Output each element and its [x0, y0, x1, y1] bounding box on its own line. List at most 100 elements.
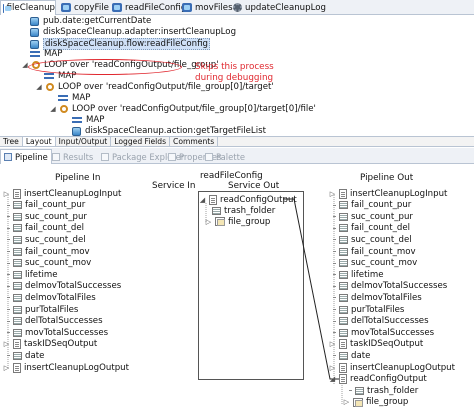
adapter-service-icon — [233, 3, 242, 12]
out-var-trash-folder[interactable]: trash_folder — [349, 385, 418, 396]
string-icon — [13, 212, 22, 221]
flow-step-map[interactable]: MAP — [58, 93, 90, 103]
var-label: trash_folder — [367, 385, 419, 396]
in-var-suc-count-mov[interactable]: suc_count_mov — [7, 258, 91, 269]
out-var-fail-count-mov[interactable]: fail_count_mov — [333, 246, 416, 257]
in-var-insertcleanuploginput[interactable]: ▷ insertCleanupLogInput — [3, 188, 121, 199]
tab-tree[interactable]: Tree — [0, 137, 23, 146]
tree-connector — [333, 274, 336, 276]
tree-connector — [7, 216, 10, 218]
out-var-suc-count-del[interactable]: suc_count_del — [333, 234, 412, 245]
flow-step-get-current-date[interactable]: pub.date:getCurrentDate — [30, 16, 151, 26]
tab-pipeline[interactable]: Pipeline — [0, 149, 52, 164]
in-var-delmovtotalfiles[interactable]: delmovTotalFiles — [7, 292, 96, 303]
out-var-insertcleanuplogoutput[interactable]: ▷ insertCleanupLogOutput — [329, 362, 455, 373]
string-icon — [13, 247, 22, 256]
var-label: fail_count_pur — [351, 200, 412, 211]
tab-updatecleanuplog[interactable]: updateCleanupLog — [231, 1, 326, 14]
service-out-var-trash-folder[interactable]: trash_folder — [212, 205, 275, 216]
collapse-arrow-icon[interactable]: ◢ — [199, 196, 206, 204]
expand-arrow-icon[interactable]: ▷ — [329, 190, 336, 198]
in-var-purtotalfiles[interactable]: purTotalFiles — [7, 304, 78, 315]
expand-arrow-icon[interactable]: ▷ — [3, 190, 10, 198]
collapse-arrow-icon[interactable]: ◢ — [36, 83, 42, 91]
tab-comments[interactable]: Comments — [170, 137, 219, 146]
tab-readfileconfig[interactable]: readFileConfig — [110, 1, 186, 14]
var-label: file_group — [366, 397, 409, 408]
var-label: fail_count_mov — [351, 246, 416, 257]
flow-step-loop-file[interactable]: ◢ LOOP over 'readConfigOutput/file_group… — [50, 104, 316, 114]
collapse-arrow-icon[interactable]: ◢ — [22, 61, 28, 69]
out-var-fail-count-pur[interactable]: fail_count_pur — [333, 200, 411, 211]
out-var-purtotalfiles[interactable]: purTotalFiles — [333, 304, 404, 315]
expand-arrow-icon[interactable]: ▷ — [3, 364, 10, 372]
service-out-var-file-group[interactable]: ▷ file_group — [205, 216, 271, 227]
in-var-fail-count-mov[interactable]: fail_count_mov — [7, 246, 90, 257]
loop-icon — [46, 83, 54, 91]
tab-filecleanup[interactable]: fileCleanup — [0, 0, 56, 15]
tab-palette[interactable]: Palette — [205, 150, 245, 163]
tree-connector — [333, 262, 336, 264]
tree-connector — [333, 285, 336, 287]
in-var-taskidseqoutput[interactable]: ▷ taskIDSeqOutput — [3, 339, 97, 350]
expand-arrow-icon[interactable]: ▷ — [205, 218, 212, 226]
in-var-fail-count-del[interactable]: fail_count_del — [7, 223, 84, 234]
tab-movfiles[interactable]: movFiles — [180, 1, 233, 14]
out-var-lifetime[interactable]: lifetime — [333, 269, 384, 280]
string-icon — [339, 235, 348, 244]
in-var-suc-count-pur[interactable]: suc_count_pur — [7, 211, 87, 222]
out-var-movtotalsuccesses[interactable]: movTotalSuccesses — [333, 327, 434, 338]
flow-step-map[interactable]: MAP — [30, 49, 62, 59]
in-var-lifetime[interactable]: lifetime — [7, 269, 58, 280]
out-var-fail-count-del[interactable]: fail_count_del — [333, 223, 410, 234]
string-icon — [339, 351, 348, 360]
expand-arrow-icon[interactable]: ▷ — [329, 364, 336, 372]
var-label: insertCleanupLogOutput — [350, 362, 455, 373]
in-var-delmovtotalsuccesses[interactable]: delmovTotalSuccesses — [7, 281, 121, 292]
out-var-taskidseqoutput[interactable]: ▷ taskIDSeqOutput — [329, 339, 423, 350]
flow-step-insert-cleanup-log[interactable]: diskSpaceCleanup.adapter:insertCleanupLo… — [30, 27, 236, 37]
collapse-arrow-icon[interactable]: ◢ — [329, 375, 336, 383]
out-var-file-group[interactable]: ▷ file_group — [343, 397, 409, 408]
string-icon — [13, 235, 22, 244]
var-label: suc_count_del — [351, 234, 412, 245]
out-var-suc-count-pur[interactable]: suc_count_pur — [333, 211, 413, 222]
tab-input-output[interactable]: Input/Output — [56, 137, 112, 146]
out-var-delmovtotalfiles[interactable]: delmovTotalFiles — [333, 292, 422, 303]
document-icon — [13, 362, 21, 373]
in-var-fail-count-pur[interactable]: fail_count_pur — [7, 200, 85, 211]
annotation-line: Skips this process — [195, 62, 274, 72]
expand-arrow-icon[interactable]: ▷ — [343, 398, 350, 406]
in-var-date[interactable]: date — [7, 350, 44, 361]
var-label: date — [351, 350, 371, 361]
palette-icon — [205, 152, 213, 161]
tab-layout[interactable]: Layout — [22, 137, 56, 146]
in-var-suc-count-del[interactable]: suc_count_del — [7, 234, 86, 245]
var-label: delTotalSuccesses — [351, 316, 429, 327]
out-var-suc-count-mov[interactable]: suc_count_mov — [333, 258, 417, 269]
out-var-delmovtotalsuccesses[interactable]: delmovTotalSuccesses — [333, 281, 447, 292]
expand-arrow-icon[interactable]: ▷ — [329, 340, 336, 348]
out-var-readconfigoutput[interactable]: ◢ readConfigOutput — [329, 374, 427, 385]
collapse-arrow-icon[interactable]: ◢ — [50, 105, 56, 113]
string-icon — [13, 351, 22, 360]
in-var-movtotalsuccesses[interactable]: movTotalSuccesses — [7, 327, 108, 338]
string-icon — [339, 282, 348, 291]
in-var-insertcleanuplogoutput[interactable]: ▷ insertCleanupLogOutput — [3, 362, 129, 373]
tree-connector — [333, 227, 336, 229]
var-label: fail_count_del — [25, 223, 85, 234]
in-var-deltotalsuccesses[interactable]: delTotalSuccesses — [7, 316, 103, 327]
tree-connector — [7, 262, 10, 264]
expand-arrow-icon[interactable]: ▷ — [3, 340, 10, 348]
out-var-insertcleanuploginput[interactable]: ▷ insertCleanupLogInput — [329, 188, 447, 199]
editor-tab-bar: fileCleanup copyFile readFileConfig movF… — [0, 0, 474, 15]
flow-step-map[interactable]: MAP — [72, 115, 104, 125]
tab-logged-fields[interactable]: Logged Fields — [111, 137, 171, 146]
out-var-deltotalsuccesses[interactable]: delTotalSuccesses — [333, 316, 429, 327]
document-icon — [339, 188, 347, 199]
flow-step-get-target-file-list[interactable]: diskSpaceCleanup.action:getTargetFileLis… — [72, 126, 266, 136]
service-out-var-readconfigoutput[interactable]: ◢ readConfigOutput — [199, 194, 297, 205]
tab-results[interactable]: Results — [52, 150, 93, 163]
out-var-date[interactable]: date — [333, 350, 370, 361]
tab-copyfile[interactable]: copyFile — [59, 1, 109, 14]
